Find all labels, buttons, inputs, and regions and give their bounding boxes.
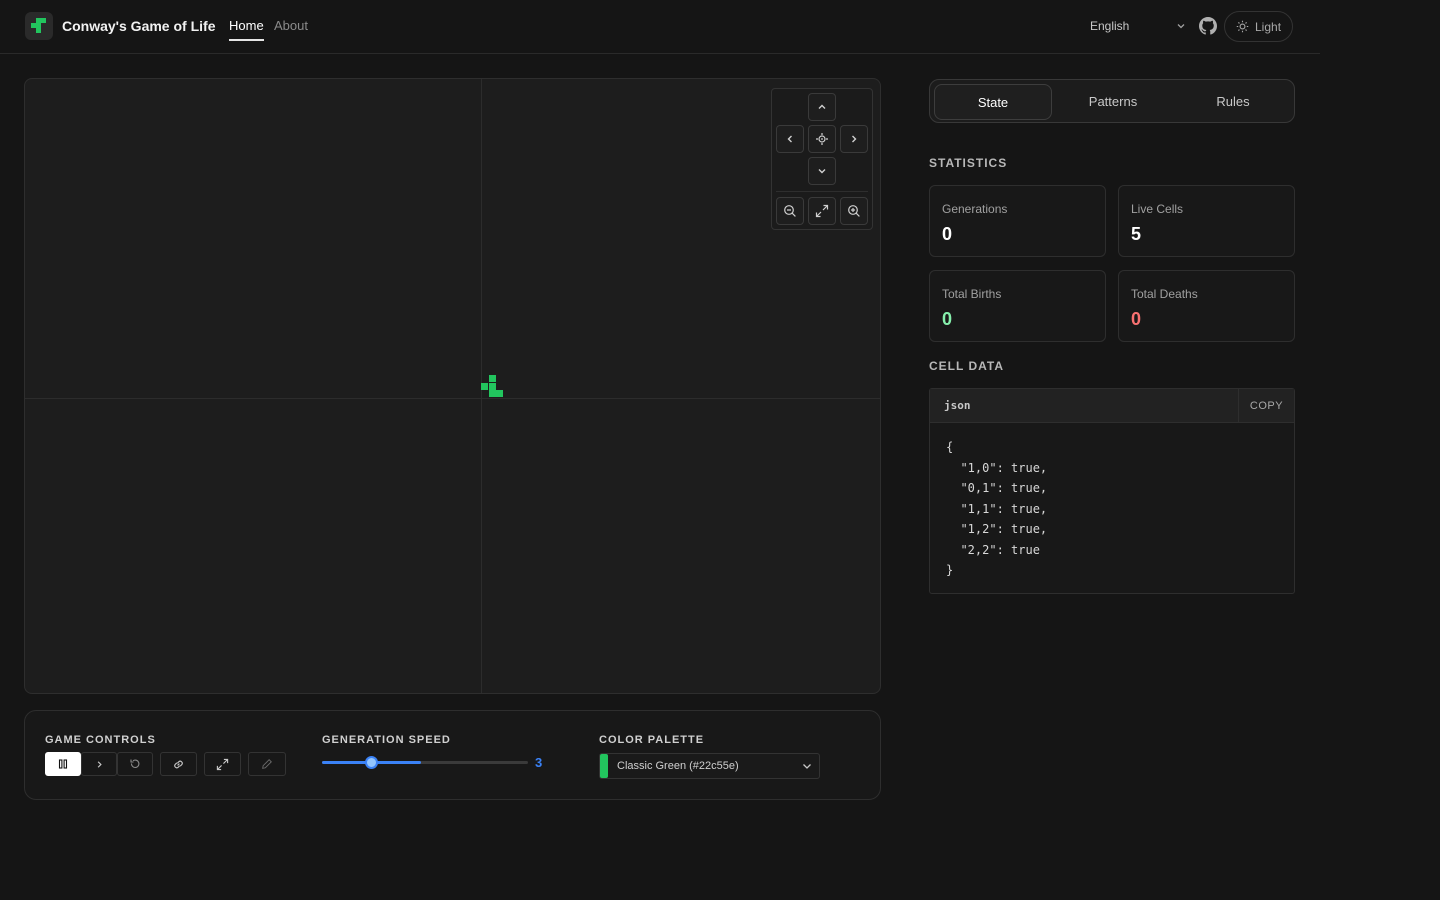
palette-swatch (600, 754, 608, 778)
live-cell (488, 375, 496, 382)
tab-state[interactable]: State (934, 84, 1052, 120)
axis-horizontal (25, 398, 880, 399)
tab-rules[interactable]: Rules (1174, 84, 1292, 120)
step-button[interactable] (81, 752, 117, 776)
sun-icon (1236, 20, 1249, 33)
live-cell (488, 382, 496, 390)
chevron-down-icon (1177, 24, 1185, 29)
stat-label: Generations (942, 202, 1008, 216)
live-cell (481, 382, 488, 390)
nav-about[interactable]: About (274, 18, 308, 33)
statistics-label: STATISTICS (929, 156, 1008, 170)
chevron-down-icon (818, 169, 826, 174)
pan-right-button[interactable] (840, 125, 868, 153)
viewport-navigation (771, 88, 873, 230)
pause-button[interactable] (45, 752, 81, 776)
stat-label: Total Births (942, 287, 1002, 301)
zoom-in-button[interactable] (840, 197, 868, 225)
zoom-out-button[interactable] (776, 197, 804, 225)
app-title: Conway's Game of Life (62, 18, 216, 34)
speed-value: 3 (535, 755, 543, 770)
speed-slider-thumb[interactable] (365, 756, 379, 769)
glider-logo-icon (31, 18, 46, 33)
expand-icon (815, 204, 829, 218)
stat-value: 5 (1131, 224, 1142, 244)
chevron-right-icon (852, 135, 857, 143)
pan-up-button[interactable] (808, 93, 836, 121)
stat-total-deaths: Total Deaths 0 (1118, 270, 1295, 342)
palette-value: Classic Green (#22c55e) (617, 760, 739, 772)
fit-view-button[interactable] (808, 197, 836, 225)
live-cell (488, 390, 496, 397)
stat-live-cells: Live Cells 5 (1118, 185, 1295, 257)
chevron-right-icon (97, 760, 102, 768)
theme-toggle-button[interactable]: Light (1224, 11, 1293, 42)
fullscreen-button[interactable] (204, 752, 241, 776)
generation-speed-label: GENERATION SPEED (322, 734, 451, 746)
link-icon (174, 760, 183, 768)
tab-patterns[interactable]: Patterns (1054, 84, 1172, 120)
language-select[interactable]: English (1090, 19, 1186, 33)
stat-generations: Generations 0 (929, 185, 1106, 257)
nav-home[interactable]: Home (229, 18, 264, 41)
stat-total-births: Total Births 0 (929, 270, 1106, 342)
code-header: json COPY (930, 389, 1294, 423)
language-value: English (1090, 19, 1130, 33)
cell-data-label: CELL DATA (929, 359, 1004, 373)
crosshair-icon (816, 133, 828, 145)
zoom-out-icon (784, 205, 796, 217)
copy-button[interactable]: COPY (1238, 389, 1294, 423)
panel-tabs: State Patterns Rules (929, 79, 1295, 123)
draw-mode-button[interactable] (248, 752, 286, 776)
code-content: { "1,0": true, "0,1": true, "1,1": true,… (946, 440, 1048, 577)
code-language: json (944, 399, 971, 412)
cell-data-code-block: json COPY { "1,0": true, "0,1": true, "1… (929, 388, 1295, 594)
logo[interactable] (25, 12, 53, 40)
chevron-left-icon (787, 135, 792, 143)
pause-icon (58, 759, 68, 769)
game-controls-label: GAME CONTROLS (45, 734, 156, 746)
controls-panel: GAME CONTROLS GENERATION SPEED 3 COLOR P… (24, 710, 881, 800)
live-cell (496, 390, 503, 397)
speed-slider[interactable] (322, 756, 528, 769)
github-icon[interactable] (1199, 17, 1217, 35)
reset-button[interactable] (117, 752, 153, 776)
stat-value: 0 (942, 224, 953, 244)
expand-icon (216, 758, 229, 770)
reset-icon (130, 759, 140, 769)
stat-label: Live Cells (1131, 202, 1184, 216)
stat-label: Total Deaths (1131, 287, 1198, 301)
color-palette-select[interactable]: Classic Green (#22c55e) (599, 753, 820, 779)
chevron-up-icon (818, 104, 826, 109)
pan-down-button[interactable] (808, 157, 836, 185)
color-palette-label: COLOR PALETTE (599, 734, 705, 746)
nav-divider (776, 191, 868, 192)
stat-value: 0 (1131, 309, 1142, 329)
share-link-button[interactable] (160, 752, 197, 776)
app-header: Conway's Game of Life Home About English… (0, 0, 1320, 54)
pan-left-button[interactable] (776, 125, 804, 153)
recenter-button[interactable] (808, 125, 836, 153)
game-canvas[interactable] (24, 78, 881, 694)
chevron-down-icon (803, 764, 811, 769)
pencil-icon (262, 759, 272, 769)
stat-value: 0 (942, 309, 953, 329)
zoom-in-icon (848, 205, 860, 217)
theme-label: Light (1255, 20, 1282, 34)
